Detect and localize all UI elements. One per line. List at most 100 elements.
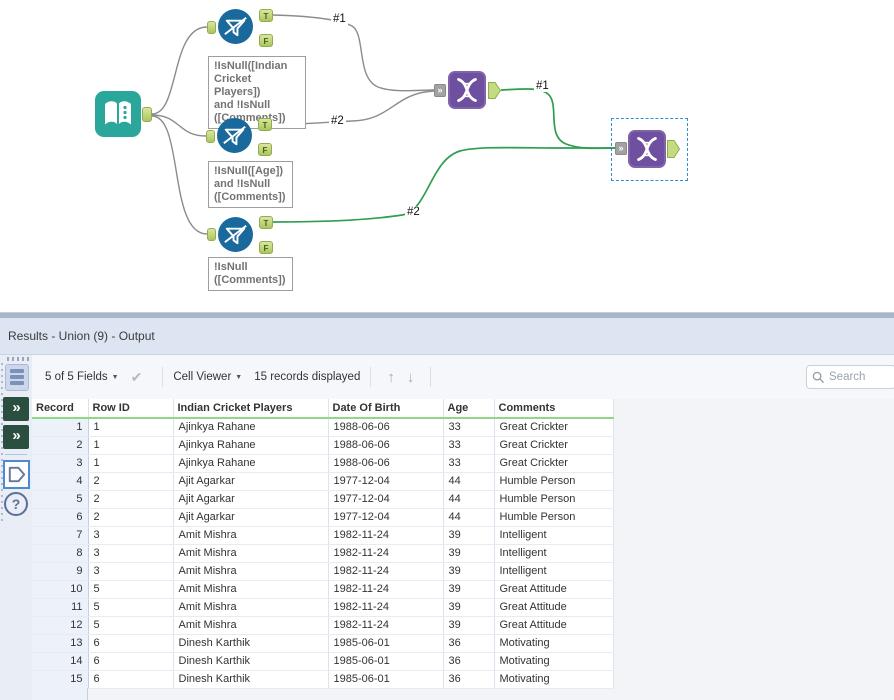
table-cell[interactable]: 39 <box>443 598 495 617</box>
table-cell[interactable]: 3 <box>88 526 174 545</box>
table-row[interactable]: 9 3 Amit Mishra 1982-11-24 39 Intelligent <box>32 562 614 581</box>
filter3-tool[interactable] <box>218 217 253 252</box>
table-cell[interactable]: Great Crickter <box>494 418 614 437</box>
table-cell[interactable]: 33 <box>443 418 495 437</box>
workflow-canvas[interactable]: T F !IsNull([Indian Cricket Players]) an… <box>0 0 894 312</box>
table-cell[interactable]: Dinesh Karthik <box>173 652 329 671</box>
connection-filter3-union2[interactable] <box>272 146 615 223</box>
union1-tool[interactable] <box>448 71 486 109</box>
union2-tool[interactable] <box>628 130 666 168</box>
record-number-cell[interactable]: 2 <box>32 436 89 455</box>
record-number-cell[interactable]: 6 <box>32 508 89 527</box>
table-cell[interactable]: Great Crickter <box>494 436 614 455</box>
table-cell[interactable]: Ajit Agarkar <box>173 490 329 509</box>
table-cell[interactable]: 1 <box>88 436 174 455</box>
table-cell[interactable]: Motivating <box>494 652 614 671</box>
connection-label[interactable]: #2 <box>329 115 346 127</box>
table-cell[interactable]: 1982-11-24 <box>328 562 444 581</box>
filter2-tool[interactable] <box>217 118 252 153</box>
table-cell[interactable]: 1 <box>88 454 174 473</box>
help-icon[interactable]: ? <box>4 492 28 516</box>
table-row[interactable]: 3 1 Ajinkya Rahane 1988-06-06 33 Great Crickt… <box>32 454 614 473</box>
arrow-up-icon[interactable]: ↑ <box>387 369 395 386</box>
table-cell[interactable]: 6 <box>88 652 174 671</box>
output-anchors-icon[interactable]: » <box>3 425 29 449</box>
table-cell[interactable]: Amit Mishra <box>173 598 329 617</box>
filter2-annotation[interactable]: !IsNull([Age]) and !IsNull ([Comments]) <box>208 161 293 208</box>
filter1-input-anchor[interactable] <box>207 21 216 34</box>
record-number-cell[interactable]: 3 <box>32 454 89 473</box>
table-cell[interactable]: Humble Person <box>494 490 614 509</box>
connection-label[interactable]: #1 <box>534 80 551 92</box>
union1-input-anchor[interactable]: » <box>434 84 446 97</box>
column-header[interactable]: Record <box>32 399 89 419</box>
table-cell[interactable]: 6 <box>88 670 174 689</box>
filter2-input-anchor[interactable] <box>206 130 215 143</box>
table-cell[interactable]: 1988-06-06 <box>328 436 444 455</box>
table-cell[interactable]: 1985-06-01 <box>328 670 444 689</box>
filter1-tool[interactable] <box>218 9 253 44</box>
connection-label[interactable]: #2 <box>405 206 422 218</box>
connection-input-filter2[interactable] <box>151 114 207 137</box>
table-cell[interactable]: 1982-11-24 <box>328 580 444 599</box>
search-box[interactable] <box>806 365 894 389</box>
table-cell[interactable]: 44 <box>443 472 495 491</box>
fields-dropdown[interactable]: 5 of 5 Fields ▼ <box>45 371 119 383</box>
table-cell[interactable]: 2 <box>88 508 174 527</box>
table-cell[interactable]: 36 <box>443 634 495 653</box>
connection-union1-union2[interactable] <box>500 88 616 150</box>
table-cell[interactable]: 2 <box>88 490 174 509</box>
table-cell[interactable]: Amit Mishra <box>173 544 329 563</box>
table-cell[interactable]: 1988-06-06 <box>328 454 444 473</box>
table-cell[interactable]: 36 <box>443 652 495 671</box>
record-number-cell[interactable]: 1 <box>32 418 89 437</box>
table-cell[interactable]: Amit Mishra <box>173 616 329 635</box>
table-cell[interactable]: 1982-11-24 <box>328 598 444 617</box>
table-cell[interactable]: Humble Person <box>494 472 614 491</box>
table-cell[interactable]: 5 <box>88 598 174 617</box>
table-cell[interactable]: 1985-06-01 <box>328 652 444 671</box>
filter3-true-anchor[interactable]: T <box>259 216 273 229</box>
filter3-input-anchor[interactable] <box>207 228 216 241</box>
table-cell[interactable]: Motivating <box>494 634 614 653</box>
table-cell[interactable]: 36 <box>443 670 495 689</box>
table-cell[interactable]: 5 <box>88 616 174 635</box>
union2-output-anchor[interactable] <box>667 140 680 158</box>
table-cell[interactable]: Intelligent <box>494 526 614 545</box>
table-cell[interactable]: Ajinkya Rahane <box>173 436 329 455</box>
table-cell[interactable]: Great Attitude <box>494 580 614 599</box>
table-cell[interactable]: Great Crickter <box>494 454 614 473</box>
table-cell[interactable]: Great Attitude <box>494 598 614 617</box>
record-number-cell[interactable]: 11 <box>32 598 89 617</box>
table-cell[interactable]: 6 <box>88 634 174 653</box>
table-cell[interactable]: 33 <box>443 454 495 473</box>
apply-check-icon[interactable]: ✔ <box>131 369 143 386</box>
table-row[interactable]: 2 1 Ajinkya Rahane 1988-06-06 33 Great Crickt… <box>32 436 614 455</box>
search-input[interactable] <box>829 371 889 383</box>
column-header[interactable]: Indian Cricket Players <box>173 399 329 419</box>
filter2-true-anchor[interactable]: T <box>258 118 272 131</box>
table-row[interactable]: 4 2 Ajit Agarkar 1977-12-04 44 Humble Person <box>32 472 614 491</box>
table-cell[interactable]: 44 <box>443 490 495 509</box>
record-number-cell[interactable]: 13 <box>32 634 89 653</box>
table-cell[interactable]: 33 <box>443 436 495 455</box>
record-number-cell[interactable]: 7 <box>32 526 89 545</box>
table-cell[interactable]: 44 <box>443 508 495 527</box>
table-cell[interactable]: Amit Mishra <box>173 526 329 545</box>
table-cell[interactable]: 5 <box>88 580 174 599</box>
table-row[interactable]: 10 5 Amit Mishra 1982-11-24 39 Great Attitude <box>32 580 614 599</box>
table-row[interactable]: 5 2 Ajit Agarkar 1977-12-04 44 Humble Person <box>32 490 614 509</box>
table-cell[interactable]: Intelligent <box>494 562 614 581</box>
table-row[interactable]: 12 5 Amit Mishra 1982-11-24 39 Great Attitude <box>32 616 614 635</box>
table-cell[interactable]: Amit Mishra <box>173 580 329 599</box>
record-number-cell[interactable]: 8 <box>32 544 89 563</box>
record-number-cell[interactable]: 5 <box>32 490 89 509</box>
table-row[interactable]: 14 6 Dinesh Karthik 1985-06-01 36 Motivating <box>32 652 614 671</box>
table-cell[interactable]: Great Attitude <box>494 616 614 635</box>
connection-label[interactable]: #1 <box>331 13 348 25</box>
record-number-cell[interactable]: 10 <box>32 580 89 599</box>
table-cell[interactable]: 1 <box>88 418 174 437</box>
union1-output-anchor[interactable] <box>488 82 501 99</box>
table-cell[interactable]: 1982-11-24 <box>328 526 444 545</box>
table-cell[interactable]: 1977-12-04 <box>328 490 444 509</box>
